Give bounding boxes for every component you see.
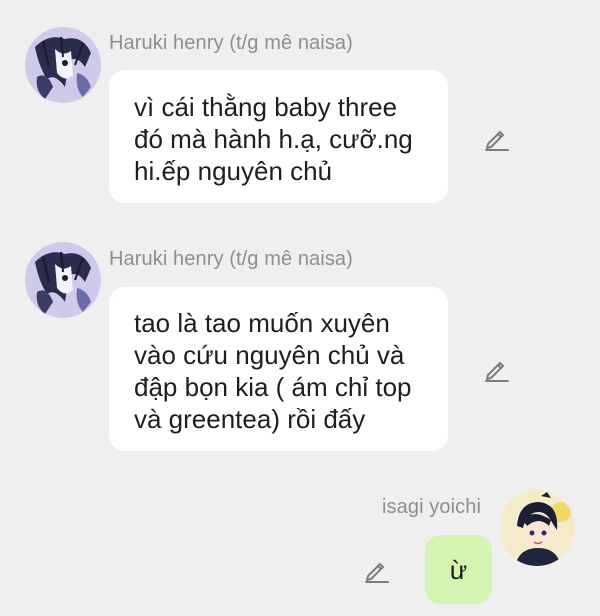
sender-name: isagi yoichi [382, 496, 482, 518]
sender-avatar[interactable] [25, 27, 101, 103]
pencil-icon[interactable] [363, 556, 391, 584]
message-line: và greentea) rồi đấy [134, 404, 366, 434]
message-text: tao là tao muốn xuyên vào cứu nguyên chủ… [134, 307, 412, 435]
sender-name: Haruki henry (t/g mê naisa) [109, 248, 353, 270]
message-line: đó mà hành h.ạ, cưỡ.ng [134, 124, 413, 154]
message-text: ừ [449, 555, 468, 585]
sender-avatar[interactable] [499, 490, 575, 566]
sender-name: Haruki henry (t/g mê naisa) [109, 32, 353, 54]
message-line: vào cứu nguyên chủ và [134, 340, 405, 370]
pencil-icon[interactable] [483, 355, 511, 383]
message-line: tao là tao muốn xuyên [134, 308, 390, 338]
message-bubble[interactable]: ừ [425, 535, 492, 604]
message-line: hi.ếp nguyên chủ [134, 156, 333, 186]
message-line: đập bọn kia ( ám chỉ top [134, 372, 412, 402]
sender-avatar[interactable] [25, 242, 101, 318]
pencil-icon[interactable] [483, 124, 511, 152]
message-text: vì cái thằng baby three đó mà hành h.ạ, … [134, 91, 413, 187]
message-bubble[interactable]: vì cái thằng baby three đó mà hành h.ạ, … [109, 70, 448, 203]
message-bubble[interactable]: tao là tao muốn xuyên vào cứu nguyên chủ… [109, 287, 448, 451]
message-line: vì cái thằng baby three [134, 92, 398, 122]
